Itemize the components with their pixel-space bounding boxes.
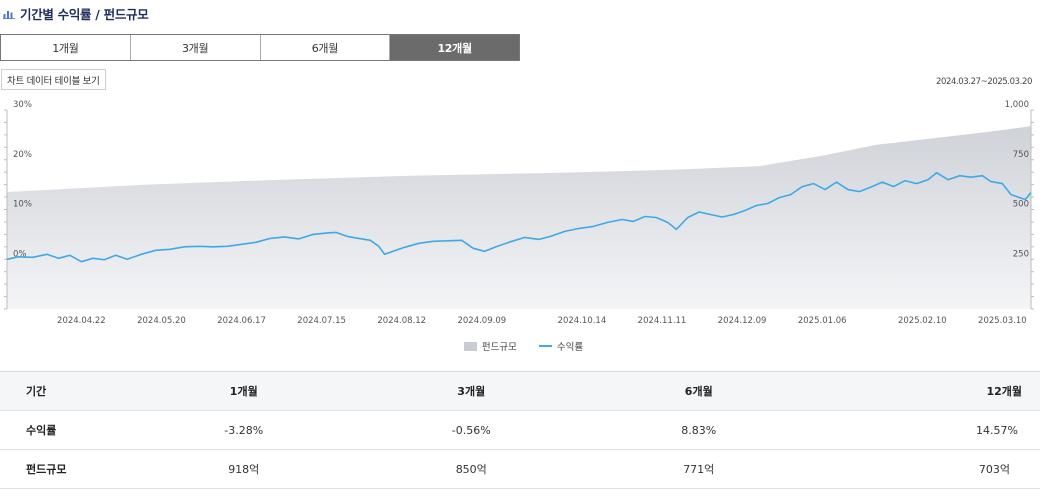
row-label-return: 수익률 [0, 410, 130, 450]
right-axis-tick-label: 250 [1013, 249, 1029, 259]
legend-area-swatch [463, 341, 477, 351]
header-3-months: 3개월 [357, 371, 585, 411]
left-axis-tick-label: 20% [13, 150, 32, 160]
summary-header-row: 기간 1개월 3개월 6개월 12개월 [0, 371, 1040, 411]
view-data-table-button[interactable]: 차트 데이터 테이블 보기 [1, 69, 106, 90]
right-axis-tick-label: 1,000 [1005, 100, 1029, 110]
x-axis-tick-label: 2024.07.15 [297, 316, 346, 326]
row-label-fund-size: 펀드규모 [0, 449, 130, 489]
legend-label-fund-size: 펀드규모 [481, 342, 517, 353]
x-axis-tick-label: 2024.05.20 [137, 316, 186, 326]
return-12-months: 14.57% [812, 410, 1040, 450]
section-title: 기간별 수익률 / 펀드규모 [20, 6, 149, 22]
tab-12-months[interactable]: 12개월 [390, 35, 519, 60]
x-axis-tick-label: 2024.04.22 [57, 316, 106, 326]
x-axis-tick-label: 2024.11.11 [638, 316, 687, 326]
x-axis-tick-label: 2025.01.06 [798, 316, 847, 326]
chart-legend: 펀드규모 수익률 [0, 339, 1047, 353]
header-6-months: 6개월 [585, 371, 813, 411]
right-axis-tick-label: 500 [1013, 200, 1029, 210]
legend-label-return: 수익률 [556, 342, 584, 353]
date-range-label: 2024.03.27~2025.03.20 [935, 77, 1032, 87]
tab-3-months[interactable]: 3개월 [130, 35, 261, 60]
period-tabs: 1개월 3개월 6개월 12개월 [0, 34, 520, 61]
fundsize-12-months: 703억 [812, 449, 1040, 489]
x-axis-tick-label: 2025.02.10 [898, 316, 947, 326]
fundsize-1-month: 918억 [130, 449, 358, 489]
header-period: 기간 [0, 371, 130, 411]
legend-item-fund-size[interactable]: 펀드규모 [463, 339, 517, 353]
left-axis-tick-label: 30% [13, 100, 32, 110]
x-axis-tick-label: 2025.03.10 [978, 316, 1027, 326]
return-6-months: 8.83% [585, 410, 813, 450]
table-row: 펀드규모 918억 850억 771억 703억 [0, 449, 1040, 489]
fund-size-area [7, 126, 1031, 309]
return-fundsize-chart: 30%20%10%0%1,0007505002502024.04.22 2024.… [4, 100, 1034, 326]
tab-1-month[interactable]: 1개월 [1, 35, 131, 60]
section-header: 기간별 수익률 / 펀드규모 [3, 4, 149, 22]
legend-item-return[interactable]: 수익률 [538, 339, 584, 353]
x-axis-tick-label: 2024.08.12 [377, 316, 426, 326]
fundsize-3-months: 850억 [357, 449, 585, 489]
return-3-months: -0.56% [357, 410, 585, 450]
x-axis-tick-label: 2024.10.14 [558, 316, 607, 326]
summary-table: 기간 1개월 3개월 6개월 12개월 수익률 -3.28% -0.56% 8.… [0, 371, 1040, 489]
header-1-month: 1개월 [130, 371, 358, 411]
x-axis-tick-label: 2024.06.17 [217, 316, 266, 326]
bar-chart-icon [3, 11, 15, 19]
x-axis-tick-label: 2024.09.09 [457, 316, 506, 326]
right-axis-tick-label: 750 [1013, 150, 1029, 160]
header-12-months: 12개월 [812, 371, 1040, 411]
return-1-month: -3.28% [130, 410, 358, 450]
fundsize-6-months: 771억 [585, 449, 813, 489]
left-axis-tick-label: 10% [13, 200, 32, 210]
table-row: 수익률 -3.28% -0.56% 8.83% 14.57% [0, 410, 1040, 450]
legend-line-swatch [538, 345, 552, 347]
x-axis-tick-label: 2024.12.09 [718, 316, 767, 326]
tab-6-months[interactable]: 6개월 [260, 35, 391, 60]
